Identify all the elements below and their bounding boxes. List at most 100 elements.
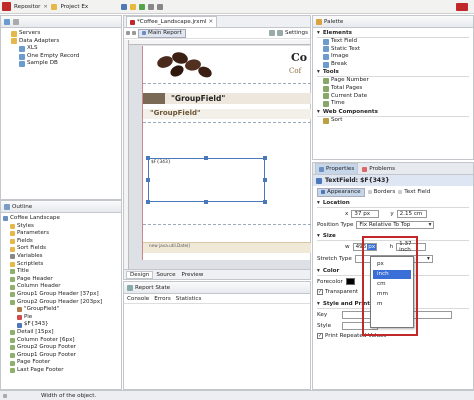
outline-item[interactable]: Parameters bbox=[1, 230, 121, 238]
x-field[interactable]: 37 px bbox=[351, 209, 380, 218]
palette-item[interactable]: Page Number bbox=[323, 77, 469, 85]
editor-tab-design[interactable]: Design bbox=[126, 270, 154, 279]
web-section-header[interactable]: ▾ Web Components bbox=[317, 108, 469, 117]
repo-item[interactable]: XLS bbox=[1, 45, 121, 53]
print-repeated-checkbox[interactable]: ✓ bbox=[317, 332, 323, 339]
repo-tab[interactable]: Repositor bbox=[14, 4, 40, 10]
report-state-tab-statistics[interactable]: Statistics bbox=[176, 296, 202, 302]
editor-tab-source[interactable]: Source bbox=[153, 272, 178, 278]
collapse-icon[interactable] bbox=[13, 18, 19, 25]
report-state-title[interactable]: Report State bbox=[135, 285, 170, 291]
coffee-beans-image[interactable] bbox=[155, 50, 213, 80]
transparent-checkbox[interactable]: ✓ bbox=[317, 289, 323, 295]
palette-item[interactable]: Text Field bbox=[323, 38, 469, 46]
wand-icon[interactable] bbox=[130, 3, 137, 10]
resize-handle-mr[interactable] bbox=[263, 178, 267, 182]
outline-item[interactable]: Group1 Group Footer bbox=[1, 352, 121, 360]
forecolor-swatch[interactable] bbox=[345, 278, 355, 285]
page-footer-band[interactable]: new java.util.Date() bbox=[143, 242, 311, 253]
resize-handle-bm[interactable] bbox=[204, 200, 208, 204]
w-label: w bbox=[345, 244, 350, 250]
outline-item[interactable]: Sort Fields bbox=[1, 245, 121, 253]
outline-item[interactable]: Group1 Group Header [37px] bbox=[1, 291, 121, 299]
report-state-tab-console[interactable]: Console bbox=[127, 296, 149, 302]
close-icon[interactable]: ✕ bbox=[43, 4, 48, 10]
repo-item[interactable]: One Empty Record bbox=[1, 53, 121, 61]
outline-item[interactable]: Pie bbox=[1, 314, 121, 322]
palette-title[interactable]: Palette bbox=[324, 19, 343, 25]
outline-title[interactable]: Outline bbox=[12, 204, 32, 210]
group-field-1[interactable]: "GroupField" bbox=[171, 94, 225, 103]
resize-handle-ml[interactable] bbox=[146, 178, 150, 182]
palette-item[interactable]: Time bbox=[323, 100, 469, 108]
run-icon[interactable] bbox=[139, 3, 146, 10]
report-state-tab-errors[interactable]: Errors bbox=[154, 296, 171, 302]
perspective-icon[interactable] bbox=[456, 3, 468, 11]
outline-item[interactable]: Group2 Group Header [203px] bbox=[1, 299, 121, 307]
save-icon[interactable] bbox=[121, 3, 128, 10]
selected-text-field[interactable]: $F{343} bbox=[148, 158, 265, 202]
coffee-title[interactable]: Co bbox=[291, 51, 307, 64]
resize-handle-tr[interactable] bbox=[263, 156, 267, 160]
footer-date-expression[interactable]: new java.util.Date() bbox=[149, 243, 190, 248]
y-field[interactable]: 2.15 cm bbox=[396, 209, 427, 218]
outline-item[interactable]: Page Header bbox=[1, 276, 121, 284]
outline-item-label: Detail [15px] bbox=[17, 328, 54, 335]
outline-item[interactable]: "GroupField" bbox=[1, 306, 121, 314]
tool-icon[interactable] bbox=[269, 30, 276, 36]
appearance-subtab[interactable]: Appearance bbox=[317, 187, 365, 197]
arrow-icon[interactable] bbox=[148, 3, 155, 10]
group-header-2[interactable]: "GroupField" bbox=[143, 109, 311, 119]
repo-item[interactable]: Data Adapters bbox=[1, 38, 121, 46]
borders-subtab[interactable]: Borders bbox=[367, 189, 395, 195]
elements-section-header[interactable]: ▾ Elements bbox=[317, 29, 469, 38]
repo-item[interactable]: Sample DB bbox=[1, 60, 121, 68]
outline-item[interactable]: Column Header bbox=[1, 283, 121, 291]
outline-item[interactable]: Group2 Group Footer bbox=[1, 344, 121, 352]
expand-icon: ▾ bbox=[317, 108, 320, 115]
settings-button[interactable]: Settings bbox=[285, 30, 310, 36]
outline-item[interactable]: Variables bbox=[1, 253, 121, 261]
resize-handle-br[interactable] bbox=[263, 200, 267, 204]
resize-handle-tm[interactable] bbox=[204, 156, 208, 160]
textfield-subtab[interactable]: Text Field bbox=[398, 189, 430, 195]
refresh-icon[interactable] bbox=[4, 18, 10, 25]
outline-item[interactable]: Coffee Landscape bbox=[1, 215, 121, 223]
tools-section-header[interactable]: ▾ Tools bbox=[317, 68, 469, 78]
palette-item[interactable]: Image bbox=[323, 53, 469, 61]
palette-item[interactable]: Total Pages bbox=[323, 85, 469, 93]
tab-problems[interactable]: Problems bbox=[358, 163, 399, 174]
outline-item[interactable]: Styles bbox=[1, 223, 121, 231]
outline-item[interactable]: Page Footer bbox=[1, 359, 121, 367]
outline-item[interactable]: Title bbox=[1, 268, 121, 276]
outline-item[interactable]: $F{343} bbox=[1, 321, 121, 329]
editor-tab-preview[interactable]: Preview bbox=[179, 272, 207, 278]
main-report-button[interactable]: Main Report bbox=[138, 28, 186, 38]
position-type-select[interactable]: Fix Relative To Top ▾ bbox=[356, 220, 435, 229]
location-section[interactable]: ▾ Location bbox=[317, 199, 469, 208]
palette-item[interactable]: Sort bbox=[323, 117, 469, 125]
outline-item[interactable]: Last Page Footer bbox=[1, 367, 121, 375]
resize-handle-tl[interactable] bbox=[146, 156, 150, 160]
forward-icon[interactable] bbox=[132, 31, 136, 35]
outline-item[interactable]: Fields bbox=[1, 238, 121, 246]
outline-item[interactable]: Column Footer [6px] bbox=[1, 337, 121, 345]
palette-item[interactable]: Break bbox=[323, 61, 469, 69]
group-field-2[interactable]: "GroupField" bbox=[150, 109, 201, 117]
report-page[interactable]: Co Cof "GroupField" "GroupField" $F{343} bbox=[142, 46, 311, 260]
arrow-right-icon[interactable] bbox=[157, 3, 164, 10]
zoom-icon[interactable] bbox=[277, 30, 284, 36]
outline-item[interactable]: Detail [15px] bbox=[1, 329, 121, 337]
editor-tab[interactable]: *Coffee_Landscape.jrxml ✕ bbox=[126, 16, 218, 27]
coffee-subtitle[interactable]: Cof bbox=[289, 67, 301, 75]
resize-handle-bl[interactable] bbox=[146, 200, 150, 204]
back-icon[interactable] bbox=[126, 31, 130, 35]
palette-item[interactable]: Static Text bbox=[323, 46, 469, 54]
group-header-1[interactable]: "GroupField" bbox=[143, 93, 311, 104]
tab-properties[interactable]: Properties bbox=[315, 163, 359, 174]
close-icon[interactable]: ✕ bbox=[209, 19, 214, 25]
repo-item[interactable]: Servers bbox=[1, 30, 121, 38]
outline-item[interactable]: Scriptlets bbox=[1, 261, 121, 269]
palette-item[interactable]: Current Date bbox=[323, 93, 469, 101]
project-tab[interactable]: Project Ex bbox=[60, 4, 88, 10]
